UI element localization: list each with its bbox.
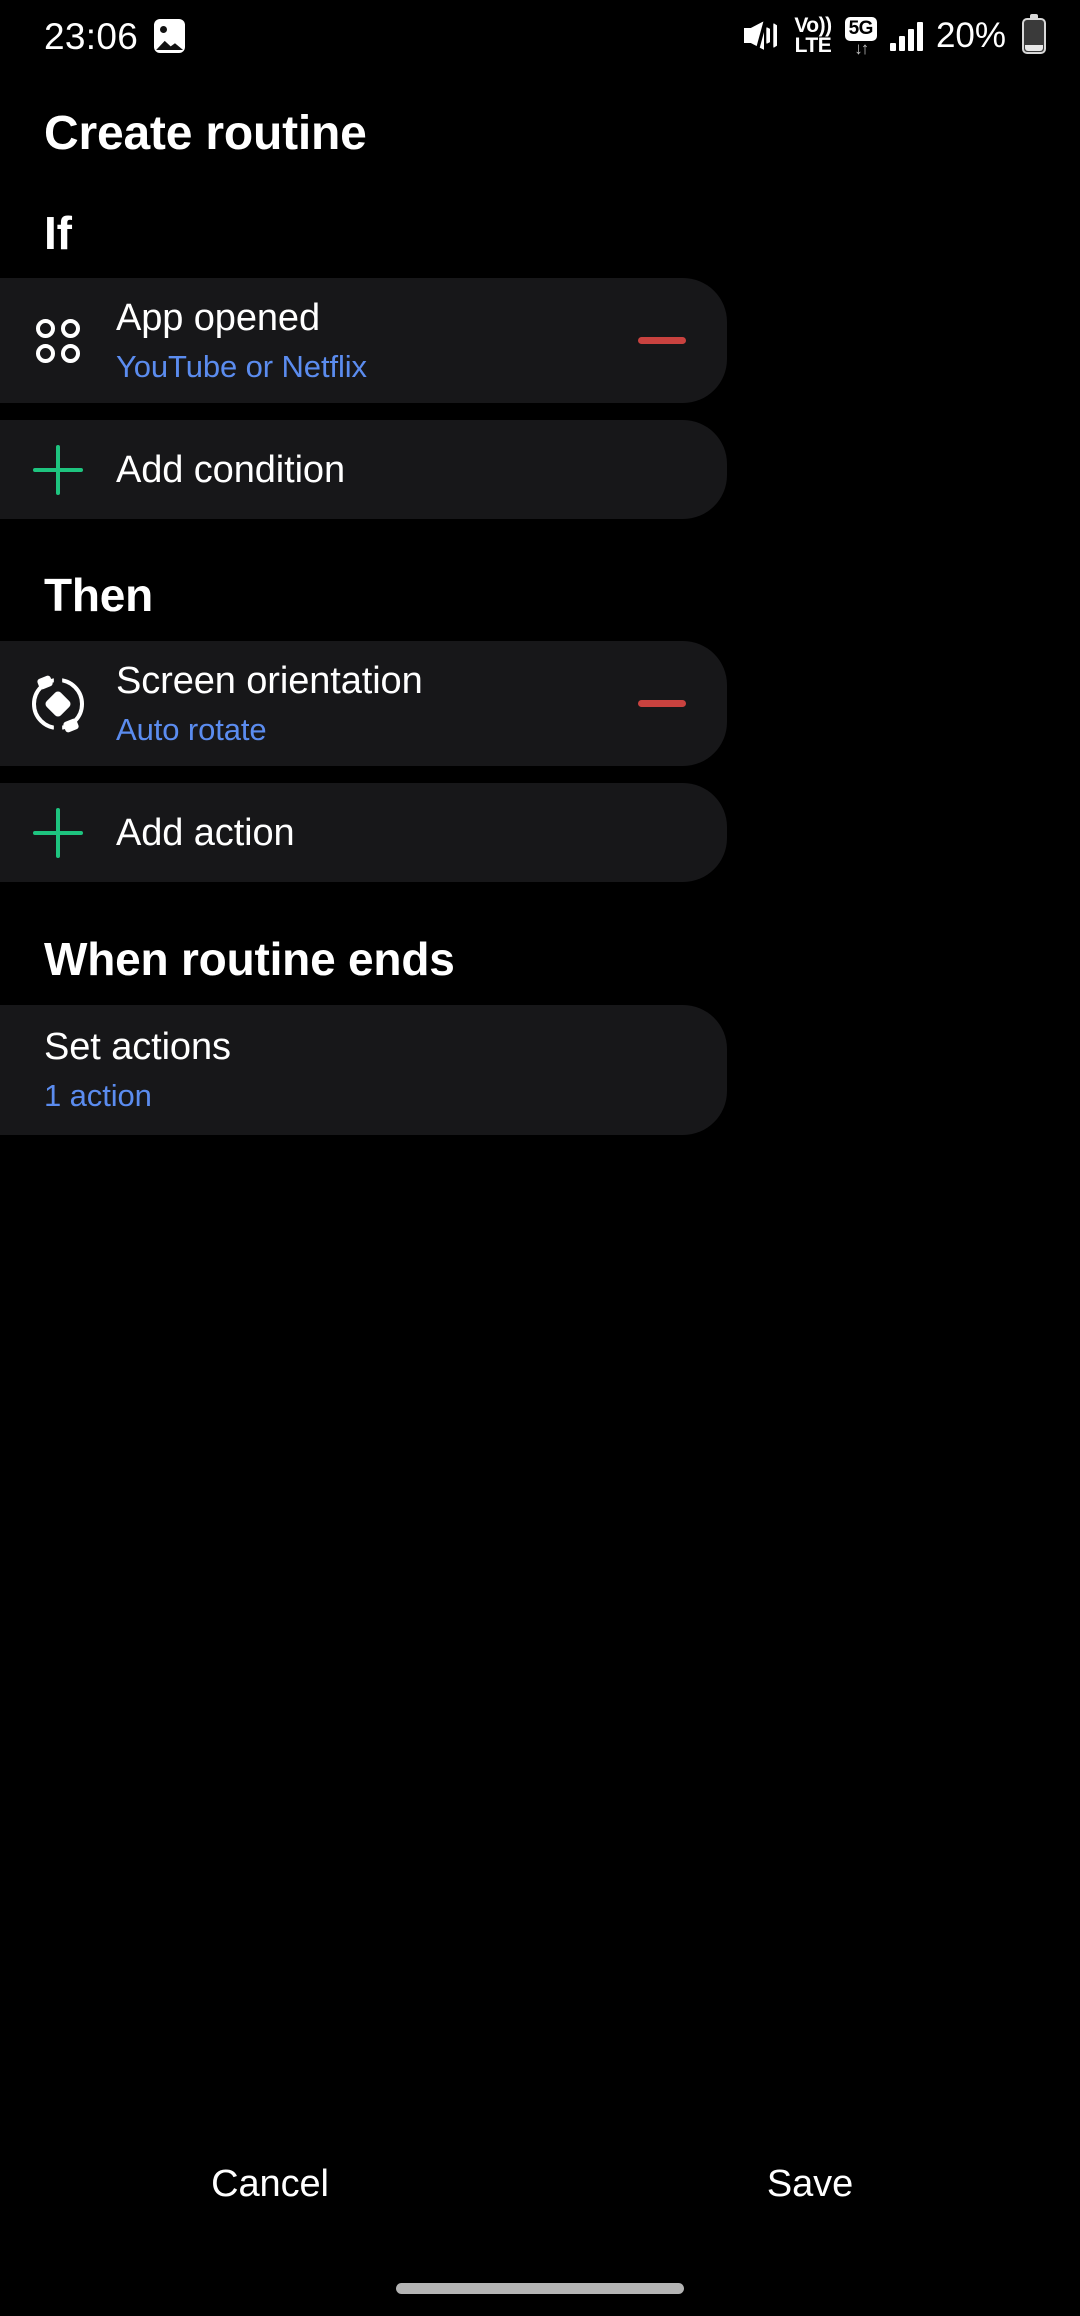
status-bar-left: 23:06 [44,15,186,57]
condition-card-app-opened[interactable]: App opened YouTube or Netflix [0,278,727,403]
action-card-text: Screen orientation Auto rotate [116,660,597,747]
action-subtitle: Auto rotate [116,711,267,747]
volte-icon: Vo)) LTE [794,14,832,57]
status-bar-right: Vo)) LTE 5G ↓↑ 20% [743,14,1046,58]
add-action-button[interactable]: Add action [0,783,727,882]
minus-icon [638,700,686,707]
action-card-screen-orientation[interactable]: Screen orientation Auto rotate [0,641,727,766]
gallery-icon [154,19,186,53]
set-actions-card[interactable]: Set actions 1 action [0,1005,727,1135]
plus-icon [0,444,116,495]
remove-condition-button[interactable] [597,278,727,403]
save-button[interactable]: Save [540,2163,1080,2206]
page-title: Create routine [44,107,367,160]
battery-icon [1022,14,1046,54]
add-action-label: Add action [116,811,295,854]
add-action-text: Add action [116,814,727,852]
signal-bars-icon [889,21,923,51]
section-heading-then: Then [44,569,154,621]
battery-percent-label: 20% [935,16,1006,55]
volume-mute-icon [743,19,781,53]
set-actions-subtitle: 1 action [44,1078,152,1114]
cancel-button[interactable]: Cancel [0,2163,540,2206]
set-actions-text: Set actions 1 action [0,1026,727,1113]
minus-icon [638,337,686,344]
condition-subtitle: YouTube or Netflix [116,348,367,384]
remove-action-button[interactable] [597,641,727,766]
add-condition-label: Add condition [116,448,345,491]
status-bar: 23:06 Vo)) LTE 5G ↓↑ 20% [0,0,1080,72]
condition-card-text: App opened YouTube or Netflix [116,297,597,384]
plus-icon [0,807,116,858]
volte-bottom-label: LTE [794,34,832,57]
action-title: Screen orientation [116,659,423,702]
section-heading-when-routine-ends: When routine ends [44,933,455,985]
phone-screen: 23:06 Vo)) LTE 5G ↓↑ 20% Create routine … [0,0,1080,2316]
network-5g-icon: 5G ↓↑ [844,16,877,58]
network-5g-badge: 5G [844,16,877,41]
condition-title: App opened [116,296,320,339]
add-condition-button[interactable]: Add condition [0,420,727,519]
status-bar-clock: 23:06 [44,15,139,57]
add-condition-text: Add condition [116,451,727,489]
gesture-nav-pill[interactable] [396,2283,684,2294]
screen-rotate-icon [0,674,116,733]
data-transfer-arrows-icon: ↓↑ [854,38,869,58]
volte-top-label: Vo)) [794,14,832,38]
set-actions-title: Set actions [44,1026,231,1069]
bottom-action-bar: Cancel Save [0,2124,1080,2244]
apps-grid-icon [0,318,116,363]
section-heading-if: If [44,207,72,259]
